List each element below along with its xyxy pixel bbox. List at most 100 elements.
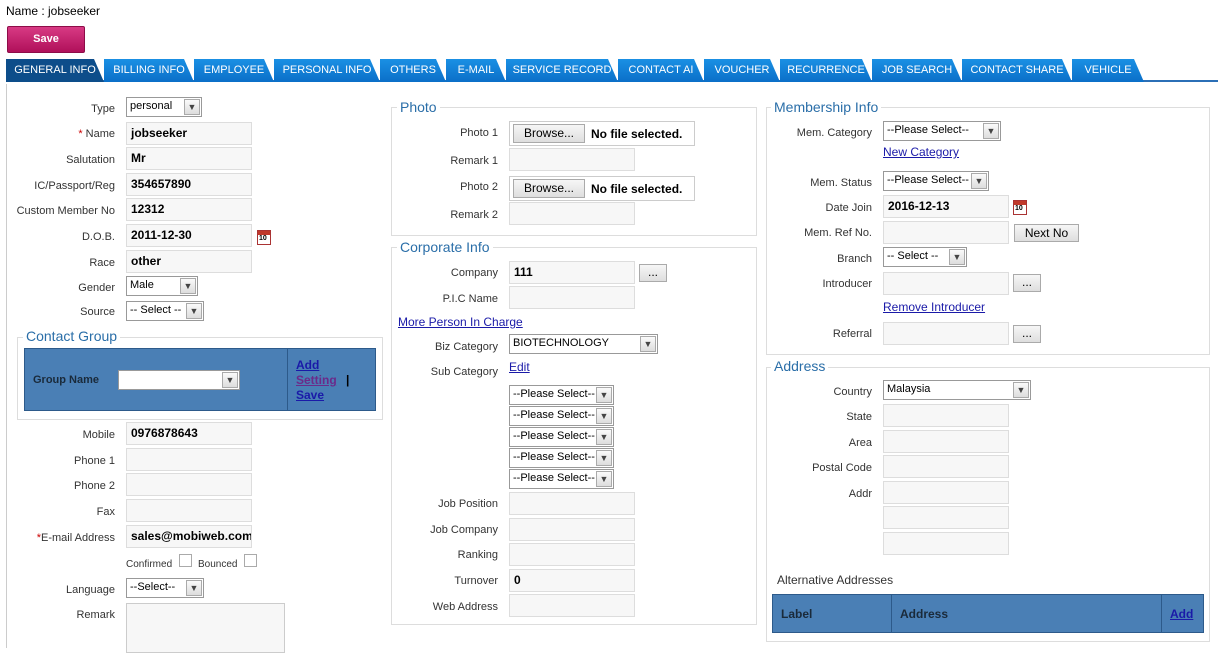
remark-textarea[interactable] bbox=[126, 603, 285, 653]
remove-introducer-link[interactable]: Remove Introducer bbox=[883, 300, 985, 314]
email-field[interactable]: sales@mobiweb.com bbox=[126, 525, 252, 548]
pic-field[interactable] bbox=[509, 286, 635, 309]
date-join-label: Date Join bbox=[825, 202, 872, 214]
phone2-label: Phone 2 bbox=[74, 480, 115, 492]
confirmed-checkbox[interactable] bbox=[179, 554, 192, 567]
web-address-field[interactable] bbox=[509, 594, 635, 617]
photo2-file-input[interactable]: Browse... No file selected. bbox=[509, 176, 695, 201]
tab-recurrence[interactable]: RECURRENCE bbox=[780, 59, 872, 82]
sub-category-select-1[interactable]: --Please Select-- ▼ bbox=[509, 385, 614, 405]
company-lookup-button[interactable]: ... bbox=[639, 264, 667, 282]
branch-label: Branch bbox=[837, 253, 872, 265]
remark2-field[interactable] bbox=[509, 202, 635, 225]
calendar-icon[interactable]: 10 bbox=[257, 230, 271, 245]
addr-line1-field[interactable] bbox=[883, 481, 1009, 504]
group-save-link[interactable]: Save bbox=[296, 388, 324, 402]
turnover-field[interactable]: 0 bbox=[509, 569, 635, 592]
bounced-checkbox[interactable] bbox=[244, 554, 257, 567]
photo1-browse-button[interactable]: Browse... bbox=[513, 124, 585, 143]
group-setting-link[interactable]: Setting bbox=[296, 373, 337, 387]
sub-category-edit-link[interactable]: Edit bbox=[509, 360, 530, 374]
calendar-icon[interactable]: 10 bbox=[1013, 200, 1027, 215]
referral-label: Referral bbox=[832, 328, 872, 340]
chevron-down-icon: ▼ bbox=[640, 336, 656, 352]
remark1-field[interactable] bbox=[509, 148, 635, 171]
tab-email[interactable]: E-MAIL bbox=[446, 59, 506, 82]
sub-category-select-2[interactable]: --Please Select-- ▼ bbox=[509, 406, 614, 426]
gender-label: Gender bbox=[78, 282, 115, 294]
language-label: Language bbox=[66, 584, 115, 596]
dob-field[interactable]: 2011-12-30 bbox=[126, 224, 252, 247]
mem-category-select[interactable]: --Please Select-- ▼ bbox=[883, 121, 1001, 141]
photo2-label: Photo 2 bbox=[460, 181, 498, 193]
ic-field[interactable]: 354657890 bbox=[126, 173, 252, 196]
chevron-down-icon: ▼ bbox=[186, 303, 202, 319]
name-field[interactable]: jobseeker bbox=[126, 122, 252, 145]
photo2-browse-button[interactable]: Browse... bbox=[513, 179, 585, 198]
area-field[interactable] bbox=[883, 430, 1009, 453]
addr-line3-field[interactable] bbox=[883, 532, 1009, 555]
alt-col-address: Address bbox=[900, 607, 949, 621]
sub-category-select-4[interactable]: --Please Select-- ▼ bbox=[509, 448, 614, 468]
sub-category-select-5[interactable]: --Please Select-- ▼ bbox=[509, 469, 614, 489]
postal-code-field[interactable] bbox=[883, 455, 1009, 478]
alt-col-label: Label bbox=[781, 607, 813, 621]
more-pic-link[interactable]: More Person In Charge bbox=[398, 315, 523, 329]
save-button[interactable]: Save bbox=[7, 26, 85, 53]
job-company-field[interactable] bbox=[509, 518, 635, 541]
page-name-label: Name : jobseeker bbox=[6, 4, 101, 18]
tab-vehicle[interactable]: VEHICLE bbox=[1072, 59, 1144, 82]
tab-voucher[interactable]: VOUCHER bbox=[704, 59, 780, 82]
language-select[interactable]: --Select-- ▼ bbox=[126, 578, 204, 598]
new-category-link[interactable]: New Category bbox=[883, 145, 959, 159]
tab-contact-ai[interactable]: CONTACT AI bbox=[618, 59, 704, 82]
tab-contact-share[interactable]: CONTACT SHARE bbox=[962, 59, 1072, 82]
ranking-field[interactable] bbox=[509, 543, 635, 566]
tab-service-record[interactable]: SERVICE RECORD bbox=[506, 59, 618, 82]
company-field[interactable]: 111 bbox=[509, 261, 635, 284]
alt-add-link[interactable]: Add bbox=[1170, 607, 1193, 621]
next-no-button[interactable]: Next No bbox=[1014, 224, 1079, 242]
fax-field[interactable] bbox=[126, 499, 252, 522]
area-label: Area bbox=[848, 437, 872, 449]
phone1-field[interactable] bbox=[126, 448, 252, 471]
referral-lookup-button[interactable]: ... bbox=[1013, 325, 1041, 343]
gender-select[interactable]: Male ▼ bbox=[126, 276, 198, 296]
photo1-file-input[interactable]: Browse... No file selected. bbox=[509, 121, 695, 146]
tab-general-info[interactable]: GENERAL INFO bbox=[6, 59, 104, 82]
group-add-link[interactable]: Add bbox=[296, 358, 319, 372]
group-name-select[interactable]: ▼ bbox=[118, 370, 240, 390]
date-join-field[interactable]: 2016-12-13 bbox=[883, 195, 1009, 218]
job-position-field[interactable] bbox=[509, 492, 635, 515]
alt-addresses-table-header bbox=[772, 594, 1204, 633]
addr-line2-field[interactable] bbox=[883, 506, 1009, 529]
race-field[interactable]: other bbox=[126, 250, 252, 273]
remark-label: Remark bbox=[76, 609, 115, 621]
corporate-legend: Corporate Info bbox=[397, 239, 493, 255]
country-select[interactable]: Malaysia ▼ bbox=[883, 380, 1031, 400]
tab-billing-info[interactable]: BILLING INFO bbox=[104, 59, 194, 82]
postal-code-label: Postal Code bbox=[812, 462, 872, 474]
phone2-field[interactable] bbox=[126, 473, 252, 496]
type-select[interactable]: personal ▼ bbox=[126, 97, 202, 117]
mem-ref-label: Mem. Ref No. bbox=[804, 227, 872, 239]
state-field[interactable] bbox=[883, 404, 1009, 427]
member-no-field[interactable]: 12312 bbox=[126, 198, 252, 221]
referral-field[interactable] bbox=[883, 322, 1009, 345]
group-table-divider bbox=[287, 348, 288, 411]
mem-ref-field[interactable] bbox=[883, 221, 1009, 244]
source-select[interactable]: -- Select -- ▼ bbox=[126, 301, 204, 321]
salutation-field[interactable]: Mr bbox=[126, 147, 252, 170]
mem-status-select[interactable]: --Please Select-- ▼ bbox=[883, 171, 989, 191]
tab-job-search[interactable]: JOB SEARCH bbox=[872, 59, 962, 82]
tab-employee[interactable]: EMPLOYEE bbox=[194, 59, 274, 82]
tab-personal-info[interactable]: PERSONAL INFO bbox=[274, 59, 380, 82]
branch-select[interactable]: -- Select -- ▼ bbox=[883, 247, 967, 267]
tab-others[interactable]: OTHERS bbox=[380, 59, 446, 82]
introducer-field[interactable] bbox=[883, 272, 1009, 295]
sub-category-select-3[interactable]: --Please Select-- ▼ bbox=[509, 427, 614, 447]
mobile-field[interactable]: 0976878643 bbox=[126, 422, 252, 445]
introducer-lookup-button[interactable]: ... bbox=[1013, 274, 1041, 292]
biz-category-select[interactable]: BIOTECHNOLOGY ▼ bbox=[509, 334, 658, 354]
state-label: State bbox=[846, 411, 872, 423]
